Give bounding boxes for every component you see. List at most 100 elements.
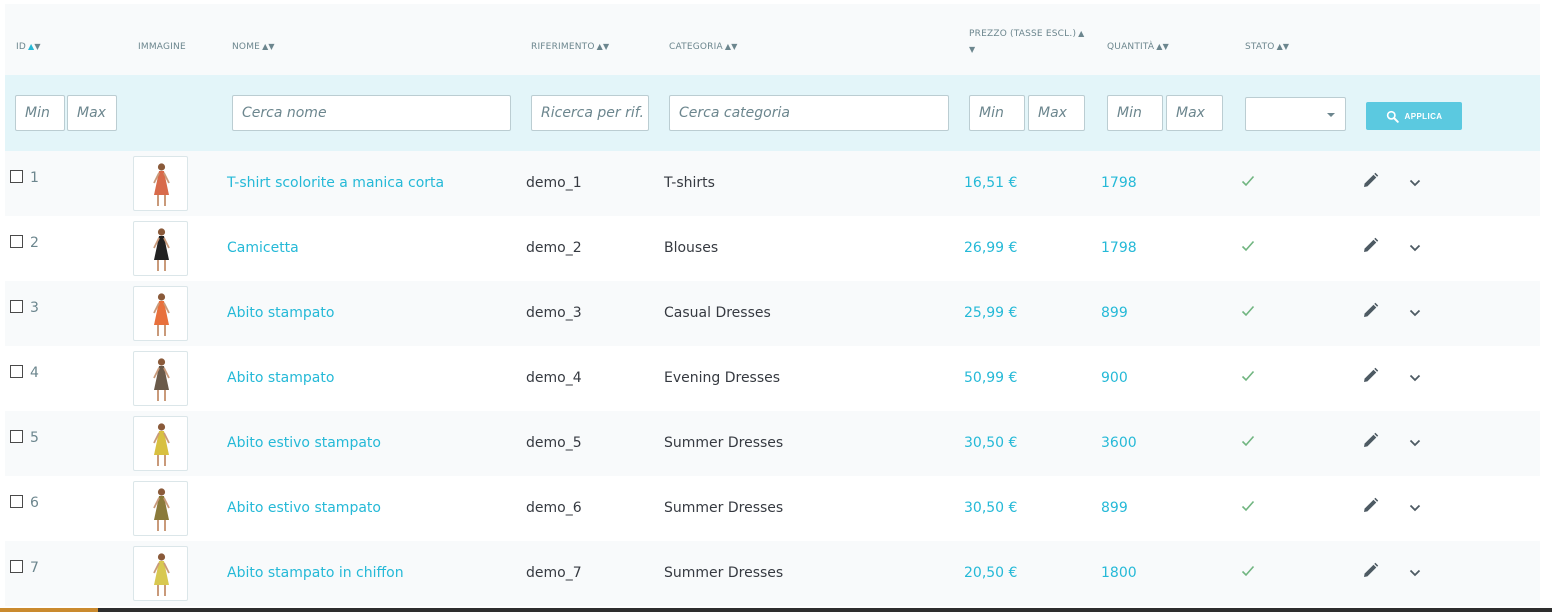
column-header-quantity[interactable]: QUANTITÀ ▲▼ <box>1107 42 1169 52</box>
table-row: 3 Abito stampato demo_3 Casual Dresses 2… <box>5 281 1540 346</box>
table-row: 6 Abito estivo stampato demo_6 Summer Dr… <box>5 476 1540 541</box>
product-price[interactable]: 16,51 € <box>964 175 1017 191</box>
product-price[interactable]: 25,99 € <box>964 305 1017 321</box>
product-name-link[interactable]: Abito stampato <box>227 370 334 386</box>
chevron-down-icon[interactable] <box>1409 237 1421 256</box>
status-check-icon[interactable] <box>1241 172 1255 191</box>
product-name-link[interactable]: Camicetta <box>227 240 299 256</box>
filter-row: APPLICA <box>5 75 1540 151</box>
product-name-link[interactable]: T-shirt scolorite a manica corta <box>227 175 444 191</box>
category-search-input[interactable] <box>669 95 949 131</box>
product-thumbnail <box>133 546 188 601</box>
product-reference: demo_5 <box>526 435 582 451</box>
product-quantity[interactable]: 900 <box>1101 370 1128 386</box>
chevron-down-icon[interactable] <box>1409 172 1421 191</box>
chevron-down-icon[interactable] <box>1409 562 1421 581</box>
sort-arrows-icon[interactable]: ▲▼ <box>1156 42 1169 51</box>
id-min-input[interactable] <box>15 95 65 131</box>
column-header-image: IMMAGINE <box>138 42 186 52</box>
id-max-input[interactable] <box>67 95 117 131</box>
product-price[interactable]: 30,50 € <box>964 500 1017 516</box>
model-figure-icon <box>153 293 170 336</box>
product-quantity[interactable]: 1798 <box>1101 175 1137 191</box>
status-check-icon[interactable] <box>1241 562 1255 581</box>
column-header-price[interactable]: PREZZO (TASSE ESCL.) ▲ ▼ <box>969 26 1085 58</box>
column-header-category[interactable]: CATEGORIA ▲▼ <box>669 42 738 52</box>
reference-search-input[interactable] <box>531 95 649 131</box>
product-price[interactable]: 26,99 € <box>964 240 1017 256</box>
pencil-icon[interactable] <box>1362 562 1379 583</box>
row-checkbox[interactable] <box>10 430 23 443</box>
price-max-input[interactable] <box>1028 95 1085 131</box>
product-category: Summer Dresses <box>664 500 784 516</box>
apply-filter-button[interactable]: APPLICA <box>1366 102 1462 130</box>
product-reference: demo_2 <box>526 240 582 256</box>
row-checkbox[interactable] <box>10 235 23 248</box>
price-min-input[interactable] <box>969 95 1025 131</box>
product-category: Summer Dresses <box>664 565 784 581</box>
quantity-max-input[interactable] <box>1166 95 1223 131</box>
pencil-icon[interactable] <box>1362 432 1379 453</box>
product-category: T-shirts <box>664 175 715 191</box>
column-header-reference[interactable]: RIFERIMENTO ▲▼ <box>531 42 609 52</box>
pencil-icon[interactable] <box>1362 367 1379 388</box>
status-check-icon[interactable] <box>1241 497 1255 516</box>
product-id: 6 <box>30 495 39 511</box>
product-quantity[interactable]: 1800 <box>1101 565 1137 581</box>
product-quantity[interactable]: 3600 <box>1101 435 1137 451</box>
pencil-icon[interactable] <box>1362 302 1379 323</box>
product-price[interactable]: 50,99 € <box>964 370 1017 386</box>
product-quantity[interactable]: 899 <box>1101 305 1128 321</box>
product-id: 3 <box>30 300 39 316</box>
chevron-down-icon[interactable] <box>1409 497 1421 516</box>
product-thumbnail <box>133 416 188 471</box>
product-id: 4 <box>30 365 39 381</box>
product-thumbnail <box>133 221 188 276</box>
pencil-icon[interactable] <box>1362 237 1379 258</box>
quantity-min-input[interactable] <box>1107 95 1163 131</box>
bottom-bar <box>0 608 1552 612</box>
product-category: Summer Dresses <box>664 435 784 451</box>
name-search-input[interactable] <box>232 95 511 131</box>
status-check-icon[interactable] <box>1241 432 1255 451</box>
product-id: 5 <box>30 430 39 446</box>
status-check-icon[interactable] <box>1241 237 1255 256</box>
product-quantity[interactable]: 1798 <box>1101 240 1137 256</box>
product-price[interactable]: 20,50 € <box>964 565 1017 581</box>
product-price[interactable]: 30,50 € <box>964 435 1017 451</box>
column-header-status[interactable]: STATO ▲▼ <box>1245 42 1289 52</box>
status-filter-select[interactable] <box>1245 97 1346 131</box>
sort-arrows-icon[interactable]: ▲▼ <box>262 42 275 51</box>
product-category: Blouses <box>664 240 719 256</box>
chevron-down-icon[interactable] <box>1409 367 1421 386</box>
product-category: Evening Dresses <box>664 370 781 386</box>
pencil-icon[interactable] <box>1362 172 1379 193</box>
product-name-link[interactable]: Abito stampato in chiffon <box>227 565 404 581</box>
caret-down-icon <box>1327 113 1335 117</box>
status-check-icon[interactable] <box>1241 302 1255 321</box>
product-name-link[interactable]: Abito estivo stampato <box>227 500 381 516</box>
sort-arrows-icon[interactable]: ▲▼ <box>1277 42 1290 51</box>
status-check-icon[interactable] <box>1241 367 1255 386</box>
sort-arrows-icon[interactable]: ▲▼ <box>28 42 41 51</box>
row-checkbox[interactable] <box>10 495 23 508</box>
sort-arrows-icon[interactable]: ▲▼ <box>725 42 738 51</box>
table-row: 1 T-shirt scolorite a manica corta demo_… <box>5 151 1540 216</box>
model-figure-icon <box>153 488 170 531</box>
row-checkbox[interactable] <box>10 365 23 378</box>
row-checkbox[interactable] <box>10 170 23 183</box>
product-thumbnail <box>133 481 188 536</box>
column-header-id[interactable]: ID ▲▼ <box>16 42 41 52</box>
row-checkbox[interactable] <box>10 300 23 313</box>
product-name-link[interactable]: Abito stampato <box>227 305 334 321</box>
chevron-down-icon[interactable] <box>1409 432 1421 451</box>
pencil-icon[interactable] <box>1362 497 1379 518</box>
product-reference: demo_1 <box>526 175 582 191</box>
sort-arrows-icon[interactable]: ▲▼ <box>597 42 610 51</box>
chevron-down-icon[interactable] <box>1409 302 1421 321</box>
product-quantity[interactable]: 899 <box>1101 500 1128 516</box>
column-header-name[interactable]: NOME ▲▼ <box>232 42 275 52</box>
product-name-link[interactable]: Abito estivo stampato <box>227 435 381 451</box>
product-id: 2 <box>30 235 39 251</box>
row-checkbox[interactable] <box>10 560 23 573</box>
